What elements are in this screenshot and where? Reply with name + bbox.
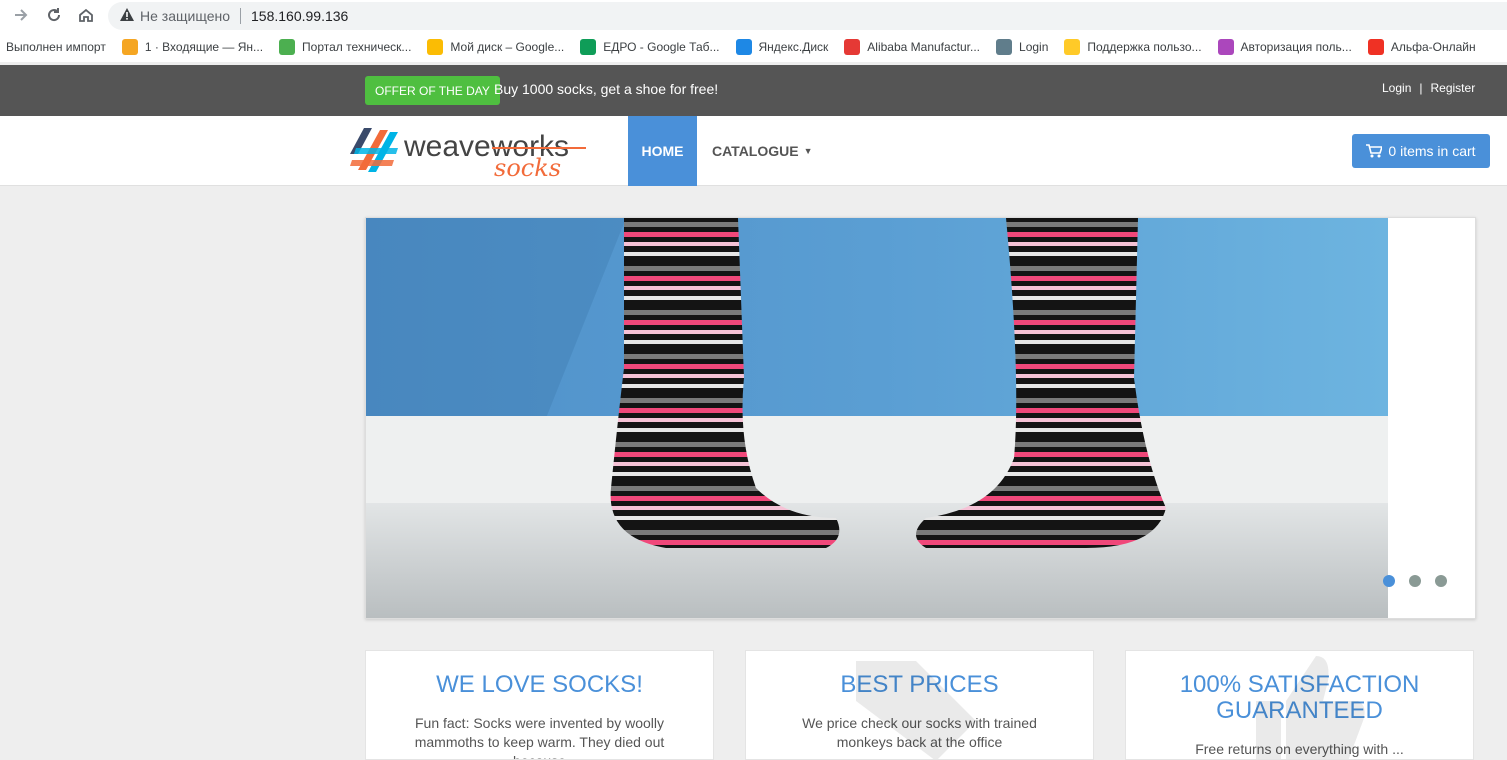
alfa-icon — [1367, 39, 1384, 55]
bookmark-item[interactable]: Login — [996, 39, 1048, 55]
cart-label: 0 items in cart — [1388, 143, 1476, 159]
bookmark-item[interactable]: Выполнен импорт — [6, 40, 106, 54]
bookmark-label: Login — [1019, 40, 1049, 54]
feature-title: WE LOVE SOCKS! — [436, 671, 643, 698]
security-label[interactable]: Не защищено — [140, 8, 230, 24]
thumbs-up-icon — [1256, 656, 1365, 759]
main-navbar: weaveworks socks HOME CATALOGUE ▼ 0 item… — [0, 116, 1507, 186]
bookmark-label: Поддержка пользо... — [1087, 40, 1202, 54]
bookmark-item[interactable]: Авторизация поль... — [1217, 39, 1352, 55]
bookmark-item[interactable]: ЕДРО - Google Таб... — [580, 39, 720, 55]
nav-home[interactable]: HOME — [628, 116, 697, 186]
offer-of-the-day-button[interactable]: OFFER OF THE DAY — [365, 76, 500, 105]
hero-carousel — [365, 217, 1476, 619]
account-links: Login | Register — [1382, 81, 1475, 95]
cart-button[interactable]: 0 items in cart — [1352, 134, 1490, 168]
sheets-icon — [580, 39, 597, 55]
bookmark-item[interactable]: Поддержка пользо... — [1064, 39, 1202, 55]
bookmark-label: ЕДРО - Google Таб... — [603, 40, 720, 54]
tags-icon — [856, 661, 976, 759]
carousel-indicators — [1383, 575, 1461, 587]
link-separator: | — [1419, 81, 1423, 95]
key-icon — [996, 39, 1013, 55]
logo-sub-text: socks — [494, 154, 561, 178]
feature-box-love-socks: WE LOVE SOCKS! Fun fact: Socks were inve… — [365, 650, 714, 760]
bookmark-label: Авторизация поль... — [1240, 40, 1352, 54]
warning-icon — [120, 8, 134, 24]
offer-text: Buy 1000 socks, get a shoe for free! — [494, 81, 719, 97]
bookmark-label: Портал техническ... — [302, 40, 412, 54]
bookmark-label: Альфа-Онлайн — [1390, 40, 1476, 54]
nav-catalogue[interactable]: CATALOGUE ▼ — [712, 116, 813, 186]
bookmark-item[interactable]: Альфа-Онлайн — [1367, 39, 1476, 55]
bookmark-item[interactable]: Alibaba Manufactur... — [844, 39, 980, 55]
carousel-dot[interactable] — [1409, 575, 1421, 587]
bookmark-label: Выполнен импорт — [6, 40, 106, 54]
caret-down-icon: ▼ — [803, 146, 813, 156]
feature-box-best-prices: BEST PRICES We price check our socks wit… — [745, 650, 1094, 760]
drive-icon — [427, 39, 444, 55]
striped-socks-image — [366, 218, 1388, 618]
home-icon[interactable] — [75, 4, 97, 26]
bookmark-item[interactable]: Мой диск – Google... — [427, 39, 564, 55]
bookmark-label: Яндекс.Диск — [758, 40, 829, 54]
omnibox-divider — [240, 8, 241, 24]
feature-box-satisfaction: 100% SATISFACTION GUARANTEED Free return… — [1125, 650, 1474, 760]
bookmark-label: Мой диск – Google... — [450, 40, 565, 54]
bookmark-label: 1 · Входящие — Ян... — [144, 40, 264, 54]
forward-icon[interactable] — [10, 4, 32, 26]
feature-text: Fun fact: Socks were invented by woolly … — [414, 715, 665, 759]
nav-catalogue-label: CATALOGUE — [712, 143, 799, 159]
gear-icon — [1217, 39, 1234, 55]
logo-mark-icon — [350, 128, 398, 172]
bookmark-item[interactable]: Яндекс.Диск — [735, 39, 829, 55]
bookmarks-bar: Выполнен импорт 1 · Входящие — Ян... Порта… — [0, 32, 1507, 62]
cart-icon — [1366, 144, 1383, 158]
alibaba-icon — [844, 39, 861, 55]
cloud-icon — [735, 39, 752, 55]
bookmark-item[interactable]: 1 · Входящие — Ян... — [121, 39, 264, 55]
reload-icon[interactable] — [43, 4, 65, 26]
login-link[interactable]: Login — [1382, 81, 1411, 95]
register-link[interactable]: Register — [1431, 81, 1476, 95]
support-icon — [1064, 39, 1081, 55]
promo-bar: OFFER OF THE DAY Buy 1000 socks, get a s… — [0, 65, 1507, 116]
bookmark-item[interactable]: Портал техническ... — [279, 39, 411, 55]
carousel-dot[interactable] — [1435, 575, 1447, 587]
browser-toolbar: Не защищено 158.160.99.136 — [0, 0, 1507, 32]
check-icon — [279, 39, 296, 55]
address-bar[interactable]: Не защищено 158.160.99.136 — [108, 2, 1507, 30]
bookmark-label: Alibaba Manufactur... — [867, 40, 981, 54]
url-text[interactable]: 158.160.99.136 — [251, 8, 348, 24]
weaveworks-socks-logo[interactable]: weaveworks socks — [350, 126, 590, 182]
mail-icon — [121, 39, 138, 55]
carousel-dot[interactable] — [1383, 575, 1395, 587]
